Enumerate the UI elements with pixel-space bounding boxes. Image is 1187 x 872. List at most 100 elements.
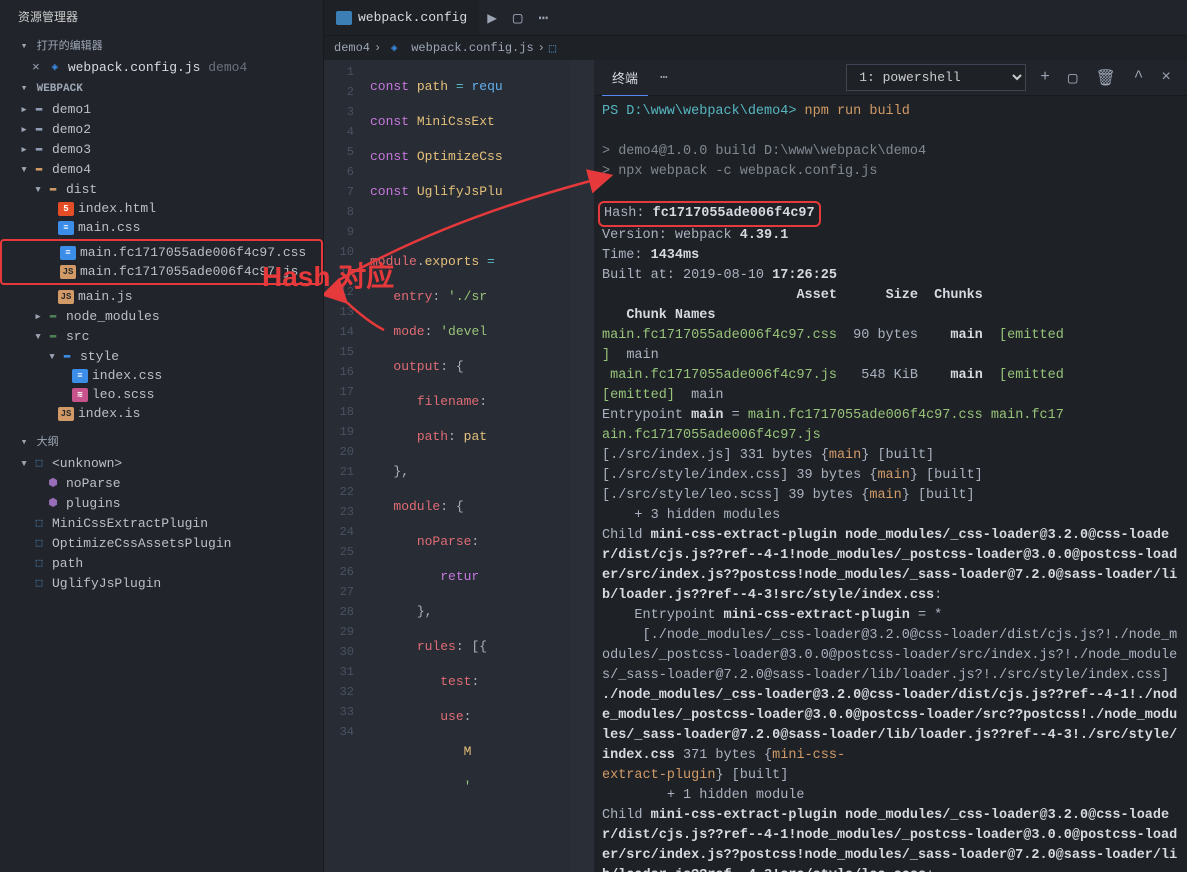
breadcrumb-item[interactable]: demo4	[334, 41, 370, 55]
asset-size: 548 KiB	[861, 368, 918, 383]
terminal-line: } [built]	[861, 448, 934, 463]
folder-dist[interactable]: ▾▬dist	[0, 179, 323, 199]
outline-unknown[interactable]: ▾⬚<unknown>	[0, 453, 323, 473]
folder-label: node_modules	[66, 309, 160, 324]
outline-noparse[interactable]: ⬢noParse	[0, 473, 323, 493]
outline-opt[interactable]: ⬚ OptimizeCssAssetsPlugin	[0, 533, 323, 553]
more-button[interactable]: ⋯	[531, 8, 557, 28]
terminal-line: > npx webpack -c webpack.config.js	[602, 164, 877, 179]
terminal-line: > demo4@1.0.0 build D:\www\webpack\demo4	[602, 144, 926, 159]
terminal-line: Child	[602, 528, 651, 543]
split-terminal-button[interactable]: ▢	[1060, 64, 1086, 92]
file-main-js[interactable]: JSmain.js	[0, 287, 323, 306]
html-icon: 5	[58, 202, 74, 216]
terminal-line: } [built]	[910, 468, 983, 483]
file-main-hash-css[interactable]: ≡main.fc1717055ade006f4c97.css	[2, 243, 321, 262]
new-terminal-button[interactable]: +	[1032, 64, 1058, 92]
chevron-right-icon: ›	[538, 41, 545, 55]
outline-uglify[interactable]: ⬚UglifyJsPlugin	[0, 573, 323, 593]
js-icon: JS	[58, 407, 74, 421]
chunk-label: main	[691, 388, 723, 403]
open-file-path: demo4	[208, 60, 247, 75]
folder-src[interactable]: ▾▬src	[0, 326, 323, 346]
folder-node-modules[interactable]: ▸▬node_modules	[0, 306, 323, 326]
outline-item-label: plugins	[66, 496, 121, 511]
outline-item-label: MiniCssExtractPlugin	[52, 516, 208, 531]
breadcrumb-item[interactable]: webpack.config.js	[411, 41, 533, 55]
asset-size: 90 bytes	[853, 328, 918, 343]
outline-item-label: OptimizeCssAssetsPlugin	[52, 536, 231, 551]
css-icon: ≡	[72, 369, 88, 383]
folder-icon: ▬	[30, 101, 48, 117]
minimap[interactable]	[570, 60, 594, 872]
folder-label: style	[80, 349, 119, 364]
child-name: mini-css-extract-plugin	[651, 808, 837, 823]
col-header: Chunks	[934, 288, 983, 303]
folder-demo3[interactable]: ▸▬demo3	[0, 139, 323, 159]
file-main-hash-js[interactable]: JSmain.fc1717055ade006f4c97.js	[2, 262, 321, 281]
terminal-line: =	[724, 408, 748, 423]
built-time: 17:26:25	[772, 268, 837, 283]
editor-area: webpack.config ▶ ▢ ⋯ demo4 › ◈ webpack.co…	[324, 0, 1187, 872]
folder-icon: ▬	[44, 308, 62, 324]
terminal-header: 终端 ⋯ 1: powershell + ▢ 🗑 ^ ×	[594, 60, 1187, 96]
breadcrumb[interactable]: demo4› ◈ webpack.config.js› ⬚	[324, 36, 1187, 60]
outline-plugins[interactable]: ⬢plugins	[0, 493, 323, 513]
code-editor[interactable]: 1234567891011121314151617181920212223242…	[324, 60, 594, 872]
webpack-icon	[336, 11, 352, 25]
chunk-ref: main	[829, 448, 861, 463]
folder-style[interactable]: ▾▬style	[0, 346, 323, 366]
file-label: index.is	[78, 406, 140, 421]
file-label: leo.scss	[92, 387, 154, 402]
symbol-icon: ⬚	[30, 535, 48, 551]
folder-demo2[interactable]: ▸▬demo2	[0, 119, 323, 139]
terminal-line: + 1 hidden module	[602, 788, 805, 803]
webpack-icon: ◈	[385, 40, 403, 56]
terminal-tab[interactable]: 终端	[602, 68, 648, 96]
entry-file: main.fc1717055ade006f4c97.css	[748, 408, 983, 423]
code-content[interactable]: const path = requ const MiniCssExt const…	[370, 60, 594, 872]
file-label: main.css	[78, 220, 140, 235]
run-button[interactable]: ▶	[479, 8, 505, 28]
file-index-html[interactable]: 5index.html	[0, 199, 323, 218]
project-section[interactable]: ▾ WEBPACK	[0, 77, 323, 99]
open-editors-section[interactable]: ▾ 打开的编辑器	[0, 33, 323, 57]
col-header: Asset	[796, 288, 837, 303]
terminal-line: Version: webpack	[602, 228, 740, 243]
file-leo-scss[interactable]: ≋leo.scss	[0, 385, 323, 404]
terminal-line: Built at: 2019-08-10	[602, 268, 772, 283]
folder-open-icon: ▬	[44, 181, 62, 197]
folder-label: dist	[66, 182, 97, 197]
maximize-terminal-button[interactable]: ^	[1126, 64, 1152, 92]
terminal-line: + 3 hidden modules	[602, 508, 780, 523]
close-icon[interactable]: ×	[32, 60, 40, 75]
kill-terminal-button[interactable]: 🗑	[1087, 64, 1123, 92]
file-label: main.fc1717055ade006f4c97.js	[80, 264, 298, 279]
terminal-body[interactable]: PS D:\www\webpack\demo4> npm run build >…	[594, 96, 1187, 872]
terminal-line: } [built]	[902, 488, 975, 503]
outline-item-label: noParse	[66, 476, 121, 491]
terminal-line: } [built]	[715, 768, 788, 783]
symbol-icon: ⬚	[30, 575, 48, 591]
terminal-more[interactable]: ⋯	[648, 70, 680, 85]
outline-label: 大纲	[37, 437, 59, 449]
outline-section[interactable]: ▾ 大纲	[0, 429, 323, 453]
terminal-selector[interactable]: 1: powershell	[846, 64, 1026, 91]
terminal-line: 371 bytes {	[675, 748, 772, 763]
folder-demo4[interactable]: ▾▬demo4	[0, 159, 323, 179]
split-button[interactable]: ▢	[505, 8, 531, 28]
outline-mini[interactable]: ⬚MiniCssExtractPlugin	[0, 513, 323, 533]
close-panel-button[interactable]: ×	[1153, 64, 1179, 92]
terminal-line: [./src/index.js] 331 bytes {	[602, 448, 829, 463]
file-index-css[interactable]: ≡index.css	[0, 366, 323, 385]
tab-webpack-config[interactable]: webpack.config	[324, 0, 479, 35]
file-index-is[interactable]: JS index.is	[0, 404, 323, 423]
file-main-css[interactable]: ≡main.css	[0, 218, 323, 237]
folder-demo1[interactable]: ▸▬demo1	[0, 99, 323, 119]
line-gutter: 1234567891011121314151617181920212223242…	[324, 60, 370, 872]
tab-label: webpack.config	[358, 10, 467, 25]
outline-path[interactable]: ⬚path	[0, 553, 323, 573]
child-name: mini-css-extract-plugin	[651, 528, 837, 543]
open-editor-file[interactable]: × ◈ webpack.config.js demo4	[0, 57, 323, 77]
entry-name: main	[691, 408, 723, 423]
